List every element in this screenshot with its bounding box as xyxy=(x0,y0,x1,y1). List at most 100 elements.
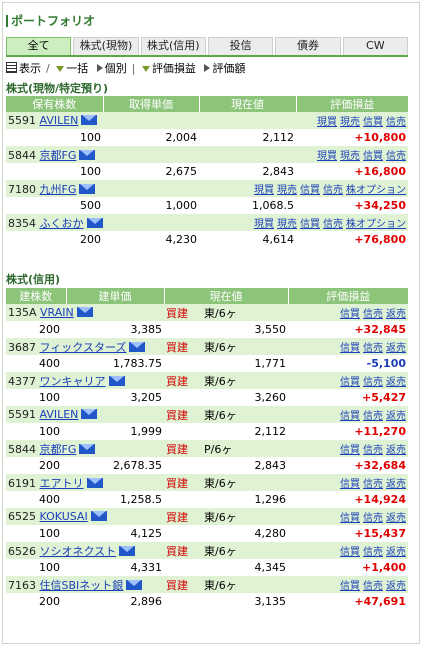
tab-fund[interactable]: 投信 xyxy=(207,37,274,55)
stock-name-link[interactable]: ふくおか xyxy=(40,217,84,230)
action-link[interactable]: 信売 xyxy=(363,479,383,490)
action-link[interactable]: 信買 xyxy=(340,445,360,456)
action-link[interactable]: 信買 xyxy=(363,151,383,162)
mail-icon[interactable] xyxy=(126,579,143,590)
action-link[interactable]: 信売 xyxy=(363,581,383,592)
mail-icon[interactable] xyxy=(79,443,96,454)
action-link[interactable]: 返売 xyxy=(386,581,406,592)
mail-icon[interactable] xyxy=(76,307,93,317)
action-link[interactable]: 信売 xyxy=(363,547,383,558)
stock-name-link[interactable]: ワンキャリア xyxy=(40,375,106,388)
stock-name-link[interactable]: 住信SBIネット銀 xyxy=(40,579,124,592)
stock-code: 6526 xyxy=(8,544,36,558)
cost-cell: 4,331 xyxy=(66,559,164,576)
action-link[interactable]: 信売 xyxy=(323,219,343,230)
action-link[interactable]: 信売 xyxy=(363,411,383,422)
tab-all[interactable]: 全て xyxy=(6,37,72,55)
stock-name-link[interactable]: エアトリ xyxy=(40,477,84,490)
margin-name-row: 6525 KOKUSAI 買建 東/6ヶ 信買 信売 返売 xyxy=(6,508,408,525)
stock-code: 7163 xyxy=(8,578,36,592)
action-link[interactable]: 信買 xyxy=(300,185,320,196)
tab-bond[interactable]: 債券 xyxy=(275,37,341,55)
action-link[interactable]: 信売 xyxy=(363,445,383,456)
action-link[interactable]: 株オプション xyxy=(346,219,406,230)
side-cell: 買建 xyxy=(164,474,196,491)
action-link[interactable]: 現買 xyxy=(254,219,274,230)
action-link[interactable]: 信買 xyxy=(340,343,360,354)
mail-icon[interactable] xyxy=(86,217,103,228)
action-link[interactable]: 返売 xyxy=(386,377,406,388)
qty-cell: 100 xyxy=(6,525,66,542)
action-link[interactable]: 信売 xyxy=(386,117,406,128)
action-link[interactable]: 信買 xyxy=(340,547,360,558)
mail-icon[interactable] xyxy=(90,511,107,521)
stock-name-link[interactable]: ソシオネクスト xyxy=(40,545,117,558)
mail-icon[interactable] xyxy=(81,115,98,125)
action-link[interactable]: 信買 xyxy=(300,219,320,230)
action-link[interactable]: 信売 xyxy=(363,309,383,320)
mail-icon[interactable] xyxy=(129,341,146,352)
pl-cell: +47,691 xyxy=(288,593,408,610)
cost-cell: 1,999 xyxy=(66,423,164,440)
action-links: 信買 信売 返売 xyxy=(288,542,408,559)
mail-icon[interactable] xyxy=(79,183,96,194)
tab-stock-spot[interactable]: 株式(現物) xyxy=(73,37,139,55)
action-link[interactable]: 返売 xyxy=(386,547,406,558)
mail-icon[interactable] xyxy=(81,409,98,419)
mail-icon[interactable] xyxy=(119,545,136,556)
stock-name-link[interactable]: AVILEN xyxy=(40,114,79,127)
margin-name-row: 5591 AVILEN 買建 東/6ヶ 信買 信売 返売 xyxy=(6,406,408,423)
action-link[interactable]: 現売 xyxy=(277,185,297,196)
stock-name-link[interactable]: 九州FG xyxy=(40,183,77,196)
cost-cell: 3,385 xyxy=(66,321,164,338)
term-cell: 東/6ヶ xyxy=(196,304,288,321)
action-link[interactable]: 信買 xyxy=(340,309,360,320)
action-link[interactable]: 信売 xyxy=(323,185,343,196)
action-link[interactable]: 信売 xyxy=(363,343,383,354)
action-link[interactable]: 信売 xyxy=(386,151,406,162)
action-link[interactable]: 現売 xyxy=(340,151,360,162)
stock-code: 5591 xyxy=(8,114,36,127)
spot-value-row: 100 2,675 2,843 +16,800 xyxy=(6,163,408,180)
action-link[interactable]: 信買 xyxy=(363,117,383,128)
stock-name-link[interactable]: AVILEN xyxy=(40,408,79,421)
action-link[interactable]: 現買 xyxy=(254,185,274,196)
value-toggle[interactable]: 評価額 xyxy=(212,62,245,75)
action-link[interactable]: 返売 xyxy=(386,513,406,524)
action-link[interactable]: 株オプション xyxy=(346,185,406,196)
action-link[interactable]: 信売 xyxy=(363,513,383,524)
action-link[interactable]: 現買 xyxy=(317,151,337,162)
action-link[interactable]: 現売 xyxy=(340,117,360,128)
action-link[interactable]: 返売 xyxy=(386,411,406,422)
individual-toggle[interactable]: 個別 xyxy=(105,62,127,75)
pl-toggle[interactable]: 評価損益 xyxy=(152,62,196,75)
separator: / xyxy=(46,62,50,75)
action-link[interactable]: 信買 xyxy=(340,377,360,388)
tab-cw[interactable]: CW xyxy=(342,37,408,55)
action-link[interactable]: 信買 xyxy=(340,479,360,490)
term-cell: 東/6ヶ xyxy=(196,474,288,491)
action-links: 現買 現売 信買 信売 xyxy=(199,112,408,129)
action-link[interactable]: 信売 xyxy=(363,377,383,388)
action-link[interactable]: 返売 xyxy=(386,309,406,320)
stock-name-link[interactable]: KOKUSAI xyxy=(40,510,88,523)
stock-name-link[interactable]: 京都FG xyxy=(40,443,77,456)
action-link[interactable]: 返売 xyxy=(386,343,406,354)
action-link[interactable]: 信買 xyxy=(340,581,360,592)
action-link[interactable]: 現買 xyxy=(317,117,337,128)
action-link[interactable]: 信買 xyxy=(340,513,360,524)
mail-icon[interactable] xyxy=(79,149,96,160)
mail-icon[interactable] xyxy=(108,375,125,386)
action-link[interactable]: 信買 xyxy=(340,411,360,422)
mail-icon[interactable] xyxy=(86,477,103,488)
bulk-toggle[interactable]: 一括 xyxy=(66,62,88,75)
tab-stock-margin[interactable]: 株式(信用) xyxy=(140,37,206,55)
stock-name-link[interactable]: VRAIN xyxy=(40,306,74,319)
stock-name-link[interactable]: フィックスターズ xyxy=(40,341,127,354)
action-link[interactable]: 現売 xyxy=(277,219,297,230)
stock-cell: 3687 フィックスターズ xyxy=(6,338,164,355)
action-link[interactable]: 返売 xyxy=(386,479,406,490)
stock-name-link[interactable]: 京都FG xyxy=(40,149,77,162)
term-cell: P/6ヶ xyxy=(196,440,288,457)
action-link[interactable]: 返売 xyxy=(386,445,406,456)
